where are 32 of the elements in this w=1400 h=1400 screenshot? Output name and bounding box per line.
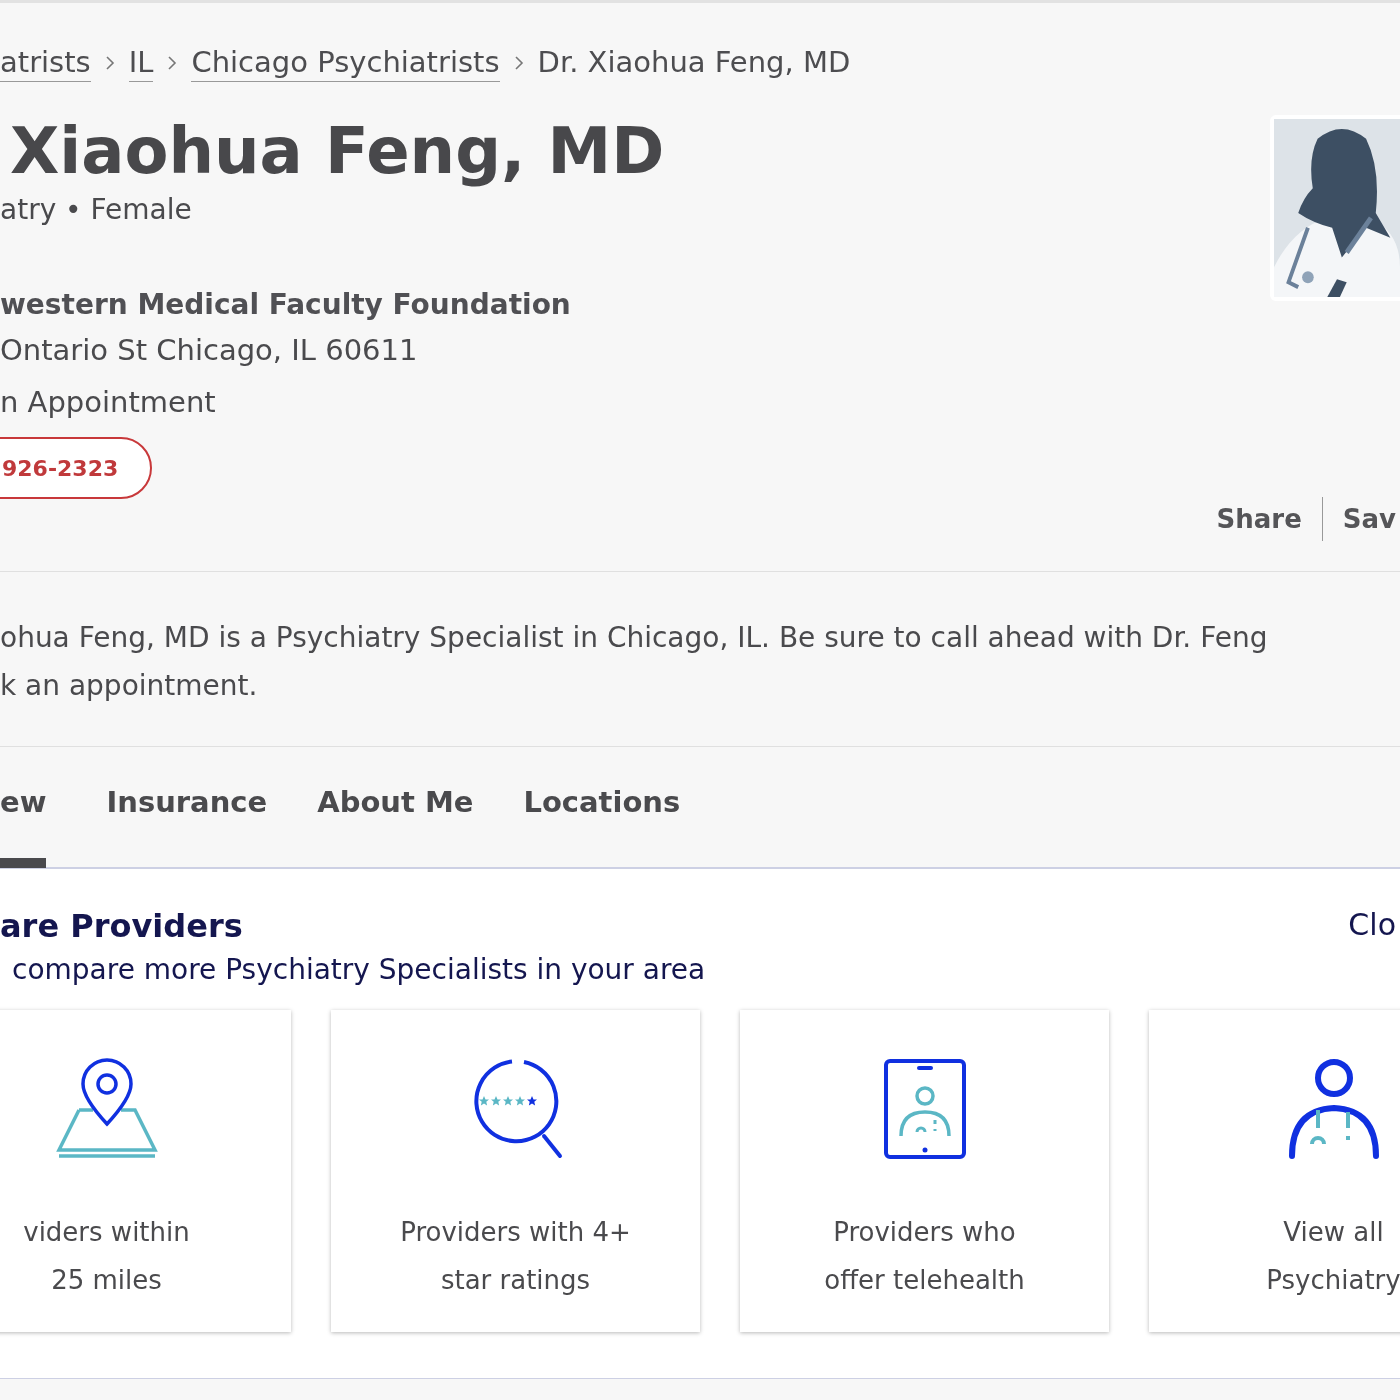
breadcrumb-link[interactable]: atrists [0, 44, 91, 82]
chevron-icon [167, 55, 178, 71]
tab[interactable]: Insurance [106, 747, 268, 868]
card-label: View all Psychiatry [1266, 1216, 1400, 1297]
chevron-icon [513, 55, 524, 71]
card-label: Providers with 4+ star ratings [400, 1216, 631, 1297]
phone-button[interactable]: 926-2323 [0, 437, 153, 499]
tab[interactable]: Locations [523, 747, 681, 868]
option-card[interactable]: View all Psychiatry [1149, 1010, 1400, 1332]
card-label: viders within 25 miles [23, 1216, 190, 1297]
section-subtitle: compare more Psychiatry Specialists in your area [12, 953, 706, 986]
option-card[interactable]: viders within 25 miles [0, 1010, 291, 1332]
chevron-icon [104, 55, 115, 71]
option-card[interactable]: Providers with 4+ star ratings [331, 1010, 700, 1332]
section-title: are Providers [0, 907, 244, 945]
doctor-name: Xiaohua Feng, MD [10, 113, 665, 189]
breadcrumb-link[interactable]: IL [128, 44, 154, 82]
close-link[interactable]: Clo [1348, 907, 1396, 942]
breadcrumb-link[interactable]: Chicago Psychiatrists [191, 44, 500, 82]
appointment-note: n Appointment [0, 385, 217, 419]
card-label: Providers who offer telehealth [824, 1216, 1025, 1297]
tablet-doctor-icon [882, 1058, 967, 1160]
current-page-title: Dr. Xiaohua Feng, MD [537, 44, 851, 81]
action-link[interactable]: Sav [1342, 504, 1396, 534]
organization-name: western Medical Faculty Foundation [0, 288, 572, 321]
option-card[interactable]: Providers who offer telehealth [740, 1010, 1109, 1332]
tab[interactable]: About Me [317, 747, 474, 868]
specialty-gender: atry • Female [0, 193, 193, 226]
description: ohua Feng, MD is a Psychiatry Specialist in Chicago, IL. Be sure to call ahead with Dr. Feng k an appointment. [0, 620, 1269, 704]
address: Ontario St Chicago, IL 60611 [0, 333, 419, 367]
action-link[interactable]: Share [1216, 504, 1302, 534]
map-pin-icon [54, 1058, 159, 1158]
